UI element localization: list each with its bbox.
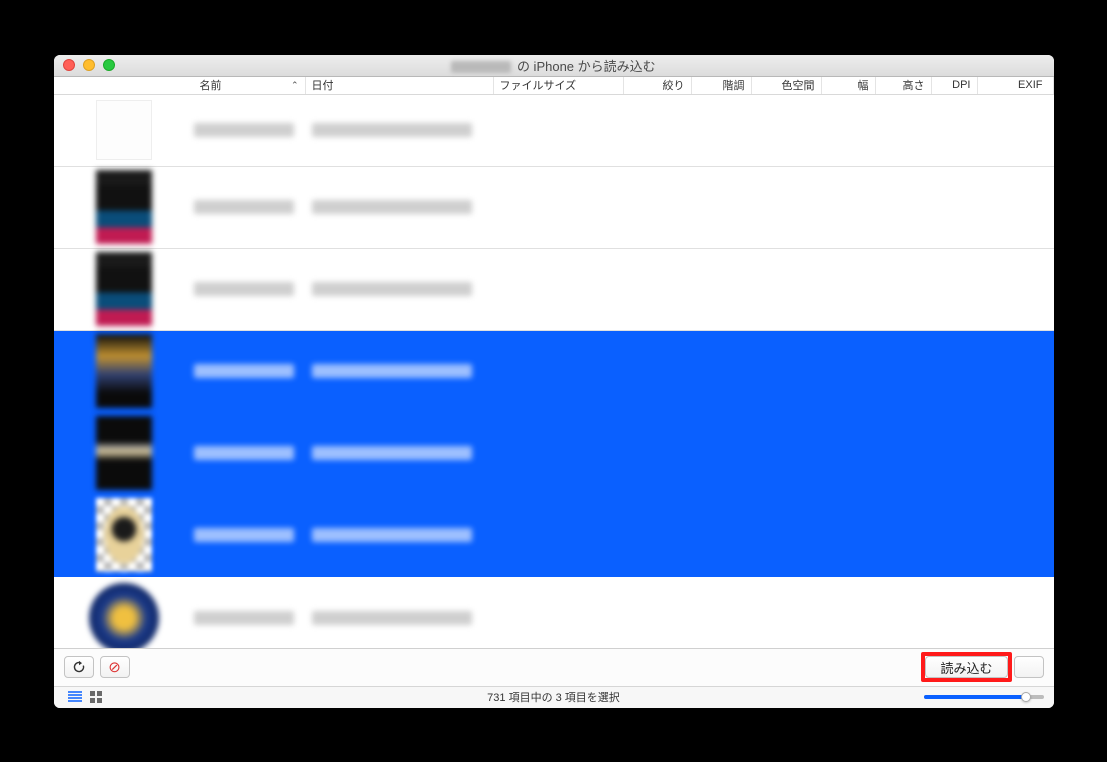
statusbar: 731 項目中の 3 項目を選択 (54, 686, 1054, 708)
item-text-obscured (194, 364, 1054, 378)
thumbnail-cell (54, 170, 194, 244)
rotate-button[interactable] (64, 656, 94, 678)
close-button[interactable] (63, 59, 75, 71)
minimize-button[interactable] (83, 59, 95, 71)
list-view-icon (68, 691, 82, 703)
thumbnail (96, 252, 152, 326)
header-width[interactable]: 幅 (822, 77, 876, 94)
import-options-checkbox[interactable] (1014, 656, 1044, 678)
import-button[interactable]: 読み込む (925, 656, 1007, 678)
list-item[interactable] (54, 331, 1054, 413)
title-suffix: の iPhone から読み込む (513, 59, 655, 74)
titlebar: の iPhone から読み込む (54, 55, 1054, 77)
header-date[interactable]: 日付 (306, 77, 494, 94)
header-colorspace[interactable]: 色空間 (752, 77, 822, 94)
thumbnail-cell (54, 100, 194, 160)
list-item[interactable] (54, 577, 1054, 648)
thumbnail (89, 583, 159, 648)
zoom-button[interactable] (103, 59, 115, 71)
header-exif[interactable]: EXIF (978, 77, 1054, 94)
header-name[interactable]: 名前 ⌃ (194, 77, 306, 94)
zoom-slider[interactable] (924, 695, 1044, 699)
import-window: の iPhone から読み込む 名前 ⌃ 日付 ファイルサイズ 絞り 階調 色空… (54, 55, 1054, 708)
traffic-lights (54, 59, 115, 71)
list-item[interactable] (54, 413, 1054, 495)
item-text-obscured (194, 200, 1054, 214)
item-text-obscured (194, 123, 1054, 137)
thumbnail (96, 100, 152, 160)
zoom-fill (924, 695, 1026, 699)
thumbnail-cell (54, 416, 194, 490)
item-text-obscured (194, 282, 1054, 296)
status-text: 731 項目中の 3 項目を選択 (54, 689, 1054, 705)
item-text-obscured (194, 611, 1054, 625)
header-name-label: 名前 (200, 77, 222, 93)
thumbnail-cell (54, 583, 194, 648)
thumbnail-cell (54, 498, 194, 572)
list-item[interactable] (54, 167, 1054, 249)
header-depth[interactable]: 階調 (692, 77, 752, 94)
list-view-button[interactable] (64, 689, 86, 705)
item-text-obscured (194, 446, 1054, 460)
sort-indicator-icon: ⌃ (291, 80, 299, 91)
column-headers: 名前 ⌃ 日付 ファイルサイズ 絞り 階調 色空間 幅 高さ DPI EXIF (54, 77, 1054, 95)
header-dpi[interactable]: DPI (932, 77, 978, 94)
toolbar: ⊘ 読み込む (54, 648, 1054, 686)
device-name-obscured (451, 61, 511, 73)
rotate-icon (72, 660, 86, 674)
thumbnail (96, 498, 152, 572)
item-text-obscured (194, 528, 1054, 542)
list-item[interactable] (54, 95, 1054, 167)
grid-view-button[interactable] (86, 689, 108, 705)
header-height[interactable]: 高さ (876, 77, 932, 94)
header-aperture[interactable]: 絞り (624, 77, 692, 94)
delete-button[interactable]: ⊘ (100, 656, 130, 678)
zoom-knob[interactable] (1021, 692, 1031, 702)
photo-list[interactable] (54, 95, 1054, 648)
thumbnail (96, 334, 152, 408)
header-thumbnail[interactable] (54, 77, 194, 94)
view-mode-toggle (64, 689, 108, 705)
grid-view-icon (90, 691, 104, 703)
thumbnail-cell (54, 334, 194, 408)
thumbnail (96, 416, 152, 490)
list-item[interactable] (54, 249, 1054, 331)
list-item[interactable] (54, 495, 1054, 577)
thumbnail-cell (54, 252, 194, 326)
header-filesize[interactable]: ファイルサイズ (494, 77, 624, 94)
thumbnail (96, 170, 152, 244)
window-title: の iPhone から読み込む (54, 56, 1054, 75)
delete-icon: ⊘ (108, 658, 121, 676)
import-button-label: 読み込む (940, 658, 992, 677)
